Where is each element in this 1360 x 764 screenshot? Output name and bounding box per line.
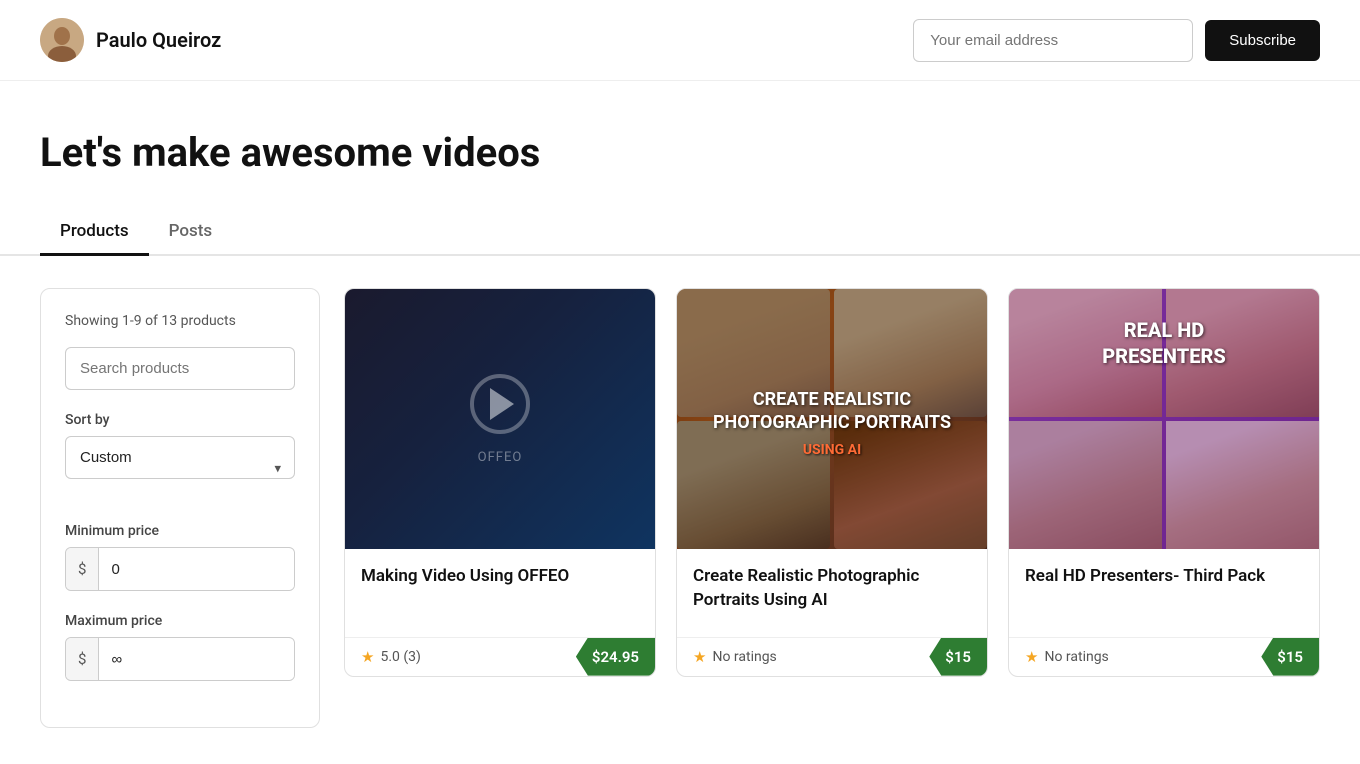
- header-right: Subscribe: [913, 19, 1320, 62]
- avatar: [40, 18, 84, 62]
- product-title-making-video: Making Video Using OFFEO: [361, 565, 639, 589]
- product-price-portraits: $15: [929, 638, 987, 676]
- star-icon-3: ★: [1025, 648, 1038, 666]
- hero-title: Let's make awesome videos: [40, 129, 1320, 177]
- product-info-making-video: Making Video Using OFFEO: [345, 549, 655, 637]
- min-price-wrapper: $: [65, 547, 295, 591]
- star-icon-2: ★: [693, 648, 706, 666]
- tabs-nav: Products Posts: [0, 209, 1360, 256]
- max-price-section: Maximum price $: [65, 613, 295, 681]
- star-icon: ★: [361, 648, 374, 666]
- main-content: Showing 1-9 of 13 products Sort by Custo…: [0, 256, 1360, 760]
- header-left: Paulo Queiroz: [40, 18, 221, 62]
- email-input[interactable]: [913, 19, 1193, 62]
- showing-count: Showing 1-9 of 13 products: [65, 313, 295, 329]
- rating-value-hd-presenters: No ratings: [1044, 649, 1108, 665]
- rating-value: 5.0 (3): [380, 649, 420, 665]
- tab-posts[interactable]: Posts: [149, 209, 233, 256]
- product-info-portraits: Create Realistic Photographic Portraits …: [677, 549, 987, 637]
- subscribe-button[interactable]: Subscribe: [1205, 20, 1320, 61]
- sort-select[interactable]: Custom Newest Oldest Price: Low to High …: [65, 436, 295, 479]
- sort-by-section: Sort by Custom Newest Oldest Price: Low …: [65, 412, 295, 501]
- min-price-label: Minimum price: [65, 523, 295, 539]
- product-footer-making-video: ★ 5.0 (3) $24.95: [345, 637, 655, 676]
- tab-products[interactable]: Products: [40, 209, 149, 256]
- product-title-hd-presenters: Real HD Presenters- Third Pack: [1025, 565, 1303, 589]
- product-footer-hd-presenters: ★ No ratings $15: [1009, 637, 1319, 676]
- header: Paulo Queiroz Subscribe: [0, 0, 1360, 81]
- product-info-hd-presenters: Real HD Presenters- Third Pack: [1009, 549, 1319, 637]
- hd-overlay-title: REAL HDPRESENTERS: [1094, 309, 1234, 377]
- product-thumbnail-hd-presenters: REAL HDPRESENTERS: [1009, 289, 1319, 549]
- portrait-overlay-title: CREATE REALISTICPHOTOGRAPHIC PORTRAITS: [705, 380, 959, 443]
- min-price-input[interactable]: [99, 549, 295, 590]
- product-footer-portraits: ★ No ratings $15: [677, 637, 987, 676]
- product-thumbnail-making-video: OFFEO: [345, 289, 655, 549]
- product-thumbnail-portraits: CREATE REALISTICPHOTOGRAPHIC PORTRAITS U…: [677, 289, 987, 549]
- products-grid: OFFEO Making Video Using OFFEO ★ 5.0 (3)…: [344, 288, 1320, 677]
- product-card-portraits[interactable]: CREATE REALISTICPHOTOGRAPHIC PORTRAITS U…: [676, 288, 988, 677]
- product-title-portraits: Create Realistic Photographic Portraits …: [693, 565, 971, 613]
- product-price-hd-presenters: $15: [1261, 638, 1319, 676]
- min-price-prefix: $: [66, 548, 99, 590]
- max-price-wrapper: $: [65, 637, 295, 681]
- hero-section: Let's make awesome videos: [0, 81, 1360, 209]
- max-price-input[interactable]: [99, 639, 295, 680]
- sort-select-wrapper: Custom Newest Oldest Price: Low to High …: [65, 436, 295, 501]
- product-card-making-video[interactable]: OFFEO Making Video Using OFFEO ★ 5.0 (3)…: [344, 288, 656, 677]
- min-price-section: Minimum price $: [65, 523, 295, 591]
- product-rating-portraits: ★ No ratings: [677, 638, 929, 676]
- search-input[interactable]: [65, 347, 295, 390]
- site-name: Paulo Queiroz: [96, 28, 221, 52]
- sort-by-label: Sort by: [65, 412, 295, 428]
- rating-value-portraits: No ratings: [712, 649, 776, 665]
- product-card-hd-presenters[interactable]: REAL HDPRESENTERS Real HD Presenters- Th…: [1008, 288, 1320, 677]
- product-price-making-video: $24.95: [576, 638, 655, 676]
- product-rating-making-video: ★ 5.0 (3): [345, 638, 576, 676]
- max-price-prefix: $: [66, 638, 99, 680]
- sidebar: Showing 1-9 of 13 products Sort by Custo…: [40, 288, 320, 728]
- max-price-label: Maximum price: [65, 613, 295, 629]
- product-rating-hd-presenters: ★ No ratings: [1009, 638, 1261, 676]
